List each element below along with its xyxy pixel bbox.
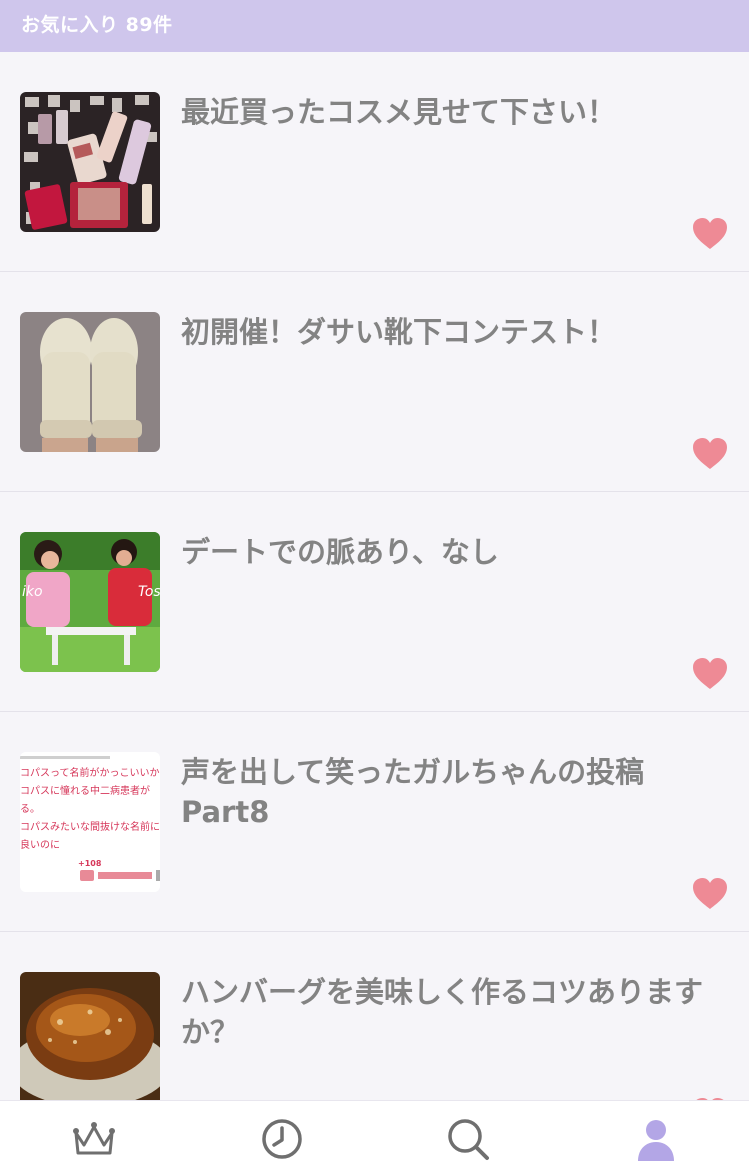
search-icon[interactable]: [446, 1117, 490, 1161]
thumbnail-image: iko Tos: [20, 532, 160, 672]
list-item[interactable]: コパスって名前がかっこいいか コパスに憧れる中二病患者が る。 コパスみたいな間…: [0, 712, 749, 932]
thumbnail-image: [20, 92, 160, 232]
heart-icon[interactable]: [693, 658, 727, 690]
list-item[interactable]: ハンバーグを美味しく作るコツありますか？: [0, 932, 749, 1100]
heart-icon[interactable]: [693, 218, 727, 250]
thumbnail-image: コパスって名前がかっこいいか コパスに憧れる中二病患者が る。 コパスみたいな間…: [20, 752, 160, 892]
favorites-list[interactable]: 最近買ったコスメ見せて下さい！ 初開催！ダサい靴下コンテスト！ iko Tos …: [0, 52, 749, 1100]
page-title: お気に入り 89件: [21, 14, 173, 36]
clock-icon[interactable]: [260, 1117, 304, 1161]
post-score: +108: [78, 859, 102, 868]
page-header: お気に入り 89件: [0, 0, 749, 52]
heart-icon[interactable]: [693, 878, 727, 910]
thumbnail-image: [20, 312, 160, 452]
post-line: 良いのに: [20, 838, 60, 851]
list-item[interactable]: 最近買ったコスメ見せて下さい！: [0, 52, 749, 272]
list-item[interactable]: 初開催！ダサい靴下コンテスト！: [0, 272, 749, 492]
item-title[interactable]: ハンバーグを美味しく作るコツありますか？: [181, 972, 729, 1052]
heart-icon[interactable]: [693, 438, 727, 470]
shirt-text-right: Tos: [138, 584, 160, 600]
item-title[interactable]: 最近買ったコスメ見せて下さい！: [181, 92, 729, 132]
post-line: コパスみたいな間抜けな名前に: [20, 820, 160, 833]
thumbnail-image: [20, 972, 160, 1100]
shirt-text-left: iko: [22, 584, 43, 600]
item-title[interactable]: 声を出して笑ったガルちゃんの投稿Part8: [181, 752, 729, 832]
bottom-tab-bar: [0, 1100, 749, 1168]
item-title[interactable]: 初開催！ダサい靴下コンテスト！: [181, 312, 729, 352]
post-line: コパスに憧れる中二病患者が: [20, 784, 150, 797]
item-title[interactable]: デートでの脈あり、なし: [181, 532, 729, 572]
person-icon[interactable]: [634, 1117, 678, 1161]
post-line: る。: [20, 803, 40, 815]
post-line: コパスって名前がかっこいいか: [20, 766, 160, 779]
crown-icon[interactable]: [72, 1117, 116, 1161]
list-item[interactable]: iko Tos デートでの脈あり、なし: [0, 492, 749, 712]
